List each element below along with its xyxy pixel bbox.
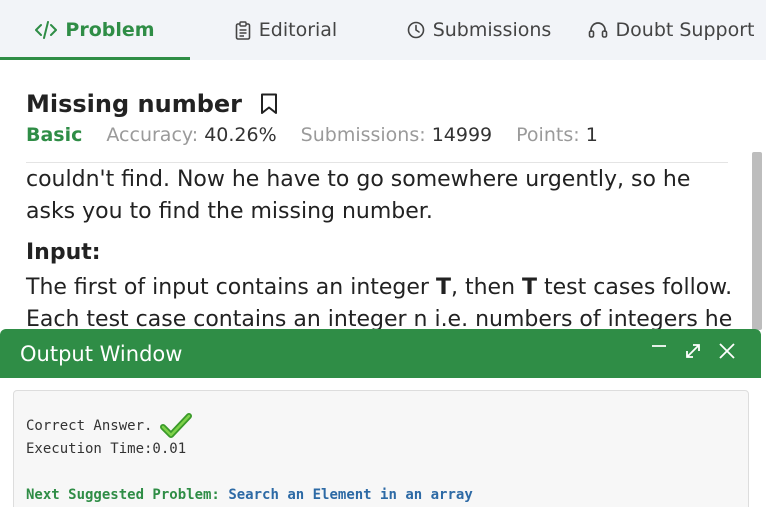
tab-editorial[interactable]: Editorial: [190, 0, 382, 60]
expand-icon[interactable]: [683, 341, 703, 361]
tab-problem[interactable]: Problem: [0, 0, 190, 60]
problem-panel: Missing number Basic Accuracy: 40.26% Su…: [0, 60, 766, 330]
output-window-header: Output Window: [0, 329, 761, 378]
input-heading: Input:: [26, 240, 101, 265]
output-window: Output Window Correct Answer. Execution …: [0, 329, 761, 507]
problem-meta: Basic Accuracy: 40.26% Submissions: 1499…: [26, 124, 598, 146]
close-icon[interactable]: [717, 341, 737, 361]
input-text-e: test cases follow.: [537, 275, 733, 300]
tab-editorial-label: Editorial: [258, 19, 338, 41]
result-line: Correct Answer.: [26, 413, 193, 439]
problem-title: Missing number: [26, 90, 242, 118]
scrollbar[interactable]: [752, 152, 762, 330]
tab-problem-label: Problem: [65, 19, 155, 41]
result-text: Correct Answer.: [26, 418, 153, 434]
input-text-a: The first of input contains an integer: [26, 275, 436, 300]
accuracy-stat: Accuracy: 40.26%: [106, 124, 276, 146]
submissions-label: Submissions:: [300, 124, 426, 146]
tab-doubt-support-label: Doubt Support: [615, 19, 755, 41]
clipboard-icon: [235, 20, 251, 40]
input-line-2: Each test case contains an integer n i.e…: [26, 307, 733, 330]
difficulty-badge: Basic: [26, 124, 83, 146]
tab-submissions-label: Submissions: [432, 19, 552, 41]
points-value: 1: [585, 124, 598, 146]
bookmark-icon[interactable]: [260, 93, 278, 115]
tab-submissions[interactable]: Submissions: [382, 0, 576, 60]
output-window-title: Output Window: [20, 341, 183, 366]
problem-title-row: Missing number: [26, 90, 278, 118]
description-line-1: couldn't find. Now he have to go somewhe…: [26, 167, 691, 192]
accuracy-label: Accuracy:: [106, 124, 199, 146]
points-label: Points:: [516, 124, 580, 146]
input-line-1: The first of input contains an integer T…: [26, 272, 732, 304]
headset-icon: [588, 21, 608, 40]
submissions-stat: Submissions: 14999: [301, 124, 493, 146]
tab-doubt-support[interactable]: Doubt Support: [576, 0, 766, 60]
submissions-value: 14999: [431, 124, 493, 146]
input-var-t-2: T: [522, 275, 538, 300]
points-stat: Points: 1: [516, 124, 598, 146]
next-suggested: Next Suggested Problem: Search an Elemen…: [26, 487, 473, 503]
divider: [26, 162, 728, 163]
execution-time: Execution Time:0.01: [26, 441, 187, 457]
next-problem-link[interactable]: Search an Element in an array: [228, 487, 472, 503]
checkmark-icon: [160, 413, 193, 439]
window-controls: [649, 341, 737, 361]
next-suggested-label: Next Suggested Problem:: [26, 487, 220, 503]
input-var-t: T: [435, 275, 451, 300]
minimize-icon[interactable]: [649, 341, 669, 361]
problem-tabs: Problem Editorial Submissions Doubt Supp…: [0, 0, 766, 60]
output-console: Correct Answer. Execution Time:0.01 Next…: [13, 390, 749, 507]
code-icon: [35, 21, 58, 39]
input-text-c: , then: [450, 275, 523, 300]
accuracy-value: 40.26%: [204, 124, 277, 146]
clock-icon: [407, 21, 425, 39]
description-line-2: asks you to find the missing number.: [26, 199, 433, 224]
